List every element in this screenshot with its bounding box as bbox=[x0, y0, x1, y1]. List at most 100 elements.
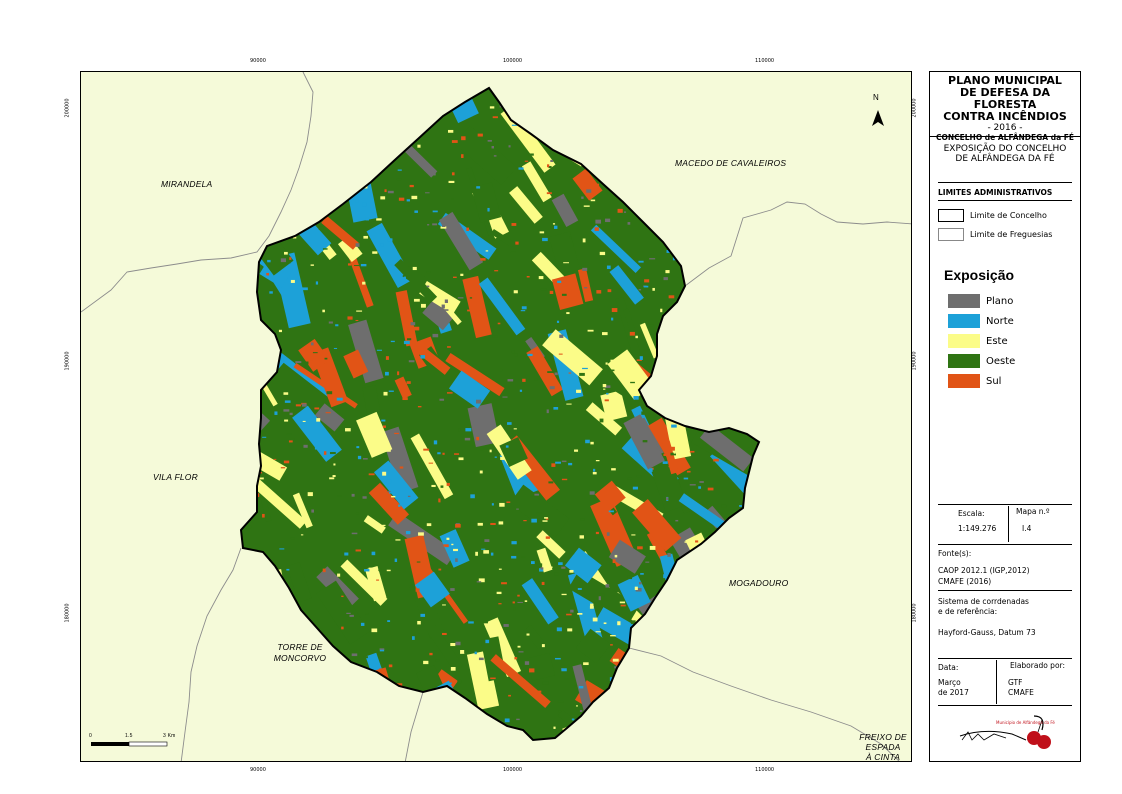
exposure-pixel bbox=[637, 153, 642, 156]
exposure-pixel bbox=[520, 310, 526, 312]
exposure-pixel bbox=[447, 346, 451, 348]
exposure-patch bbox=[250, 167, 276, 187]
exposure-pixel bbox=[628, 658, 635, 662]
exposure-patch bbox=[761, 201, 816, 254]
exposure-pixel bbox=[593, 508, 600, 511]
exposure-pixel bbox=[511, 541, 517, 545]
exposure-pixel bbox=[485, 639, 490, 644]
exposure-pixel bbox=[563, 262, 570, 264]
exposure-pixel bbox=[313, 178, 319, 181]
exposure-pixel bbox=[357, 455, 362, 460]
exposure-pixel bbox=[529, 668, 535, 673]
legend-label-plano: Plano bbox=[986, 295, 1014, 307]
exposure-pixel bbox=[747, 198, 750, 202]
exposure-pixel bbox=[426, 285, 430, 288]
exposure-pixel bbox=[566, 403, 572, 405]
exposure-pixel bbox=[476, 399, 482, 404]
exposure-pixel bbox=[617, 137, 621, 142]
exposure-pixel bbox=[302, 287, 308, 291]
legend-item-plano: Plano bbox=[948, 294, 1013, 308]
exposure-pixel bbox=[620, 132, 624, 136]
exposure-pixel bbox=[542, 681, 549, 685]
exposure-pixel bbox=[631, 534, 636, 536]
exposure-pixel bbox=[569, 553, 575, 555]
exposure-pixel bbox=[362, 202, 367, 207]
exposure-pixel bbox=[541, 581, 545, 585]
exposure-pixel bbox=[710, 212, 717, 214]
exposure-pixel bbox=[492, 116, 498, 119]
exposure-pixel bbox=[325, 412, 331, 414]
exposure-pixel bbox=[302, 403, 307, 407]
exposure-patch bbox=[290, 682, 358, 739]
exposure-pixel bbox=[394, 432, 399, 435]
exposure-pixel bbox=[566, 312, 570, 315]
exposure-pixel bbox=[740, 731, 744, 736]
exposure-pixel bbox=[632, 486, 638, 490]
exposure-pixel bbox=[689, 484, 696, 486]
exposure-pixel bbox=[379, 668, 384, 672]
exposure-pixel bbox=[246, 751, 251, 752]
exposure-pixel bbox=[311, 125, 317, 129]
exposure-pixel bbox=[548, 566, 553, 569]
exposure-pixel bbox=[579, 372, 585, 376]
exposure-pixel bbox=[707, 216, 712, 219]
exposure-pixel bbox=[505, 83, 510, 84]
exposure-pixel bbox=[302, 420, 306, 423]
exposure-pixel bbox=[494, 456, 497, 458]
exposure-pixel bbox=[300, 534, 304, 536]
exposure-pixel bbox=[480, 446, 484, 451]
coord-top-100000: 100000 bbox=[503, 58, 523, 64]
exposure-pixel bbox=[451, 172, 455, 176]
exposure-pixel bbox=[761, 635, 766, 637]
exposure-pixel bbox=[344, 552, 349, 556]
exposure-pixel bbox=[669, 446, 675, 451]
exposure-pixel bbox=[284, 419, 289, 422]
exposure-pixel bbox=[247, 623, 251, 627]
exposure-patch bbox=[381, 88, 411, 121]
exposure-pixel bbox=[770, 605, 774, 609]
exposure-pixel bbox=[407, 338, 412, 341]
exposure-pixel bbox=[501, 88, 507, 90]
exposure-pixel bbox=[698, 723, 701, 727]
exposure-pixel bbox=[470, 522, 476, 526]
exposure-pixel bbox=[604, 399, 609, 402]
exposure-pixel bbox=[356, 310, 363, 312]
exposure-pixel bbox=[478, 749, 482, 751]
admin-label-freguesias: Limite de Freguesias bbox=[970, 230, 1053, 239]
exposure-pixel bbox=[262, 513, 265, 518]
exposure-pixel bbox=[669, 369, 672, 373]
exposure-pixel bbox=[577, 588, 582, 590]
exposure-pixel bbox=[665, 270, 670, 274]
exposure-pixel bbox=[761, 708, 767, 710]
exposure-pixel bbox=[592, 617, 598, 622]
coord-right-190000: 190000 bbox=[911, 351, 918, 371]
exposure-patch bbox=[313, 697, 338, 729]
exposure-pixel bbox=[399, 466, 404, 469]
exposure-pixel bbox=[610, 644, 613, 646]
exposure-pixel bbox=[402, 397, 408, 401]
map-canvas[interactable] bbox=[81, 72, 912, 762]
exposure-pixel bbox=[676, 704, 679, 708]
exposure-pixel bbox=[295, 404, 301, 407]
exposure-pixel bbox=[596, 290, 602, 294]
crs-label-1: Sistema de corrdenadas bbox=[938, 597, 1029, 606]
exposure-pixel bbox=[254, 664, 258, 669]
exposure-pixel bbox=[703, 619, 710, 621]
exposure-pixel bbox=[652, 163, 658, 167]
exposure-pixel bbox=[306, 108, 312, 110]
exposure-pixel bbox=[432, 210, 438, 213]
exposure-pixel bbox=[614, 554, 618, 558]
exposure-pixel bbox=[739, 505, 742, 507]
exposure-pixel bbox=[381, 107, 387, 110]
exposure-pixel bbox=[726, 318, 733, 321]
exposure-pixel bbox=[501, 582, 507, 585]
exposure-pixel bbox=[621, 130, 628, 132]
exposure-pixel bbox=[508, 145, 511, 148]
exposure-pixel bbox=[567, 628, 573, 632]
exposure-pixel bbox=[755, 395, 759, 399]
map-frame[interactable]: N MIRANDELA MACEDO DE CAVALEIROS VILA FL… bbox=[80, 71, 912, 762]
exposure-pixel bbox=[490, 677, 496, 680]
exposure-pixel bbox=[416, 561, 421, 563]
exposure-pixel bbox=[657, 403, 661, 406]
exposure-pixel bbox=[382, 524, 386, 527]
